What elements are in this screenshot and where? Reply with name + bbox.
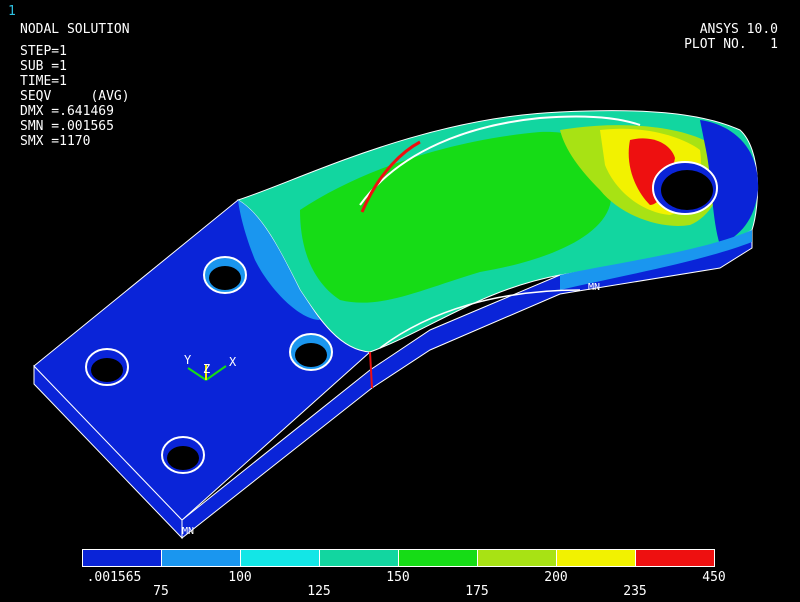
hole-1 <box>85 348 129 386</box>
legend-label-bottom: 100 <box>228 570 252 585</box>
legend-swatch <box>556 549 636 567</box>
legend-label-top: 175 <box>465 584 489 599</box>
hole-2 <box>161 436 205 474</box>
hole-3 <box>203 256 247 294</box>
legend-swatch <box>161 549 241 567</box>
legend-swatch <box>398 549 478 567</box>
legend-swatch <box>82 549 162 567</box>
legend-label-bottom: .001565 <box>86 570 142 585</box>
stress-contour-model[interactable]: Y Z X MN MN <box>0 0 800 602</box>
min-marker-2: MN <box>588 282 600 293</box>
legend-swatch <box>240 549 320 567</box>
legend-swatch <box>635 549 715 567</box>
triad-x-label: X <box>229 355 237 369</box>
hole-4 <box>289 333 333 371</box>
legend-swatch <box>477 549 557 567</box>
triad-y-label: Y <box>184 353 192 367</box>
triad-z-label: Z <box>203 362 210 376</box>
legend-label-top: 75 <box>153 584 169 599</box>
legend-label-top: 235 <box>623 584 647 599</box>
legend-label-bottom: 200 <box>544 570 568 585</box>
pin-hole <box>652 161 718 215</box>
legend-label-top: 125 <box>307 584 331 599</box>
min-marker-1: MN <box>182 526 194 537</box>
legend-swatch <box>319 549 399 567</box>
legend-label-bottom: 150 <box>386 570 410 585</box>
legend-label-bottom: 450 <box>702 570 726 585</box>
